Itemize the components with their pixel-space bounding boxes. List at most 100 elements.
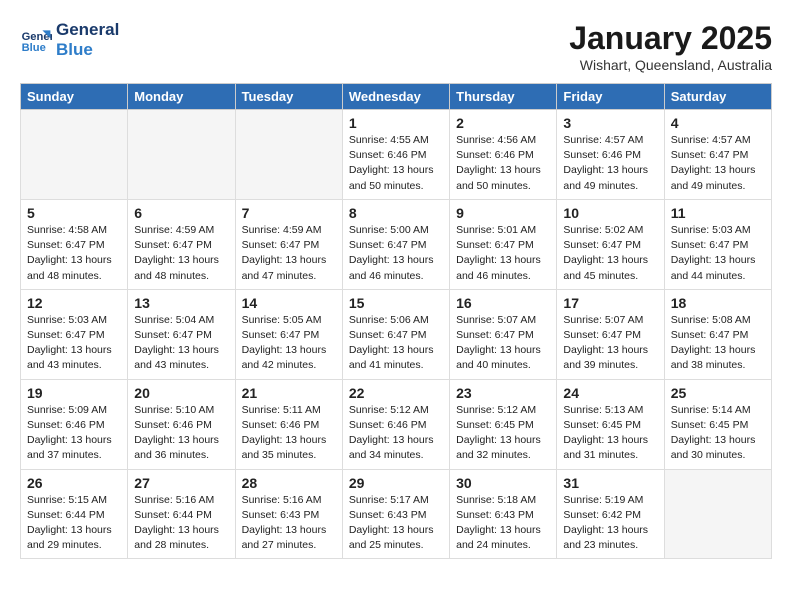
day-info: Sunrise: 5:09 AM Sunset: 6:46 PM Dayligh… (27, 403, 121, 464)
weekday-header-friday: Friday (557, 84, 664, 110)
day-number: 1 (349, 115, 443, 131)
day-cell: 26 Sunrise: 5:15 AM Sunset: 6:44 PM Dayli… (21, 469, 128, 559)
day-cell: 22 Sunrise: 5:12 AM Sunset: 6:46 PM Dayli… (342, 379, 449, 469)
day-number: 29 (349, 475, 443, 491)
day-info: Sunrise: 4:59 AM Sunset: 6:47 PM Dayligh… (134, 223, 228, 284)
day-info: Sunrise: 5:05 AM Sunset: 6:47 PM Dayligh… (242, 313, 336, 374)
weekday-header-tuesday: Tuesday (235, 84, 342, 110)
location: Wishart, Queensland, Australia (569, 57, 772, 73)
day-info: Sunrise: 5:13 AM Sunset: 6:45 PM Dayligh… (563, 403, 657, 464)
day-info: Sunrise: 5:12 AM Sunset: 6:46 PM Dayligh… (349, 403, 443, 464)
day-cell (664, 469, 771, 559)
day-info: Sunrise: 5:10 AM Sunset: 6:46 PM Dayligh… (134, 403, 228, 464)
day-cell: 23 Sunrise: 5:12 AM Sunset: 6:45 PM Dayli… (450, 379, 557, 469)
day-info: Sunrise: 5:07 AM Sunset: 6:47 PM Dayligh… (563, 313, 657, 374)
svg-text:Blue: Blue (22, 43, 46, 55)
weekday-header-monday: Monday (128, 84, 235, 110)
day-cell: 10Sunrise: 5:02 AM Sunset: 6:47 PM Dayli… (557, 199, 664, 289)
weekday-header-row: SundayMondayTuesdayWednesdayThursdayFrid… (21, 84, 772, 110)
day-info: Sunrise: 5:03 AM Sunset: 6:47 PM Dayligh… (671, 223, 765, 284)
day-number: 6 (134, 205, 228, 221)
day-cell: 27Sunrise: 5:16 AM Sunset: 6:44 PM Dayli… (128, 469, 235, 559)
logo: General Blue General Blue (20, 20, 119, 61)
day-info: Sunrise: 5:08 AM Sunset: 6:47 PM Dayligh… (671, 313, 765, 374)
day-cell: 13 Sunrise: 5:04 AM Sunset: 6:47 PM Dayli… (128, 289, 235, 379)
day-cell: 6 Sunrise: 4:59 AM Sunset: 6:47 PM Daylig… (128, 199, 235, 289)
weekday-header-thursday: Thursday (450, 84, 557, 110)
day-number: 31 (563, 475, 657, 491)
day-cell (235, 110, 342, 200)
day-info: Sunrise: 5:12 AM Sunset: 6:45 PM Dayligh… (456, 403, 550, 464)
day-number: 22 (349, 385, 443, 401)
day-cell: 20 Sunrise: 5:10 AM Sunset: 6:46 PM Dayli… (128, 379, 235, 469)
weekday-header-saturday: Saturday (664, 84, 771, 110)
week-row-3: 12 Sunrise: 5:03 AM Sunset: 6:47 PM Dayli… (21, 289, 772, 379)
day-number: 14 (242, 295, 336, 311)
week-row-2: 5Sunrise: 4:58 AM Sunset: 6:47 PM Daylig… (21, 199, 772, 289)
calendar-table: SundayMondayTuesdayWednesdayThursdayFrid… (20, 83, 772, 559)
day-info: Sunrise: 4:55 AM Sunset: 6:46 PM Dayligh… (349, 133, 443, 194)
day-number: 19 (27, 385, 121, 401)
day-info: Sunrise: 5:15 AM Sunset: 6:44 PM Dayligh… (27, 493, 121, 554)
day-cell (128, 110, 235, 200)
day-cell: 5Sunrise: 4:58 AM Sunset: 6:47 PM Daylig… (21, 199, 128, 289)
day-info: Sunrise: 5:01 AM Sunset: 6:47 PM Dayligh… (456, 223, 550, 284)
day-number: 24 (563, 385, 657, 401)
day-cell: 25Sunrise: 5:14 AM Sunset: 6:45 PM Dayli… (664, 379, 771, 469)
month-title: January 2025 (569, 20, 772, 57)
day-number: 11 (671, 205, 765, 221)
day-number: 8 (349, 205, 443, 221)
day-number: 9 (456, 205, 550, 221)
day-number: 16 (456, 295, 550, 311)
header: General Blue General Blue January 2025 W… (20, 20, 772, 73)
day-number: 30 (456, 475, 550, 491)
day-cell: 3Sunrise: 4:57 AM Sunset: 6:46 PM Daylig… (557, 110, 664, 200)
day-info: Sunrise: 5:04 AM Sunset: 6:47 PM Dayligh… (134, 313, 228, 374)
day-cell: 21Sunrise: 5:11 AM Sunset: 6:46 PM Dayli… (235, 379, 342, 469)
day-info: Sunrise: 5:11 AM Sunset: 6:46 PM Dayligh… (242, 403, 336, 464)
title-area: January 2025 Wishart, Queensland, Austra… (569, 20, 772, 73)
day-cell: 16Sunrise: 5:07 AM Sunset: 6:47 PM Dayli… (450, 289, 557, 379)
day-info: Sunrise: 5:00 AM Sunset: 6:47 PM Dayligh… (349, 223, 443, 284)
day-info: Sunrise: 5:03 AM Sunset: 6:47 PM Dayligh… (27, 313, 121, 374)
day-number: 17 (563, 295, 657, 311)
day-info: Sunrise: 4:57 AM Sunset: 6:47 PM Dayligh… (671, 133, 765, 194)
day-number: 13 (134, 295, 228, 311)
day-cell: 15Sunrise: 5:06 AM Sunset: 6:47 PM Dayli… (342, 289, 449, 379)
day-cell: 31 Sunrise: 5:19 AM Sunset: 6:42 PM Dayli… (557, 469, 664, 559)
day-number: 12 (27, 295, 121, 311)
day-cell: 14 Sunrise: 5:05 AM Sunset: 6:47 PM Dayli… (235, 289, 342, 379)
day-info: Sunrise: 4:59 AM Sunset: 6:47 PM Dayligh… (242, 223, 336, 284)
day-cell: 17 Sunrise: 5:07 AM Sunset: 6:47 PM Dayli… (557, 289, 664, 379)
day-cell: 8 Sunrise: 5:00 AM Sunset: 6:47 PM Daylig… (342, 199, 449, 289)
day-number: 2 (456, 115, 550, 131)
week-row-5: 26 Sunrise: 5:15 AM Sunset: 6:44 PM Dayli… (21, 469, 772, 559)
day-cell: 24 Sunrise: 5:13 AM Sunset: 6:45 PM Dayli… (557, 379, 664, 469)
day-info: Sunrise: 5:17 AM Sunset: 6:43 PM Dayligh… (349, 493, 443, 554)
day-number: 28 (242, 475, 336, 491)
day-number: 4 (671, 115, 765, 131)
day-cell: 2 Sunrise: 4:56 AM Sunset: 6:46 PM Daylig… (450, 110, 557, 200)
day-info: Sunrise: 5:19 AM Sunset: 6:42 PM Dayligh… (563, 493, 657, 554)
day-number: 7 (242, 205, 336, 221)
day-number: 23 (456, 385, 550, 401)
day-number: 26 (27, 475, 121, 491)
day-info: Sunrise: 5:16 AM Sunset: 6:43 PM Dayligh… (242, 493, 336, 554)
weekday-header-wednesday: Wednesday (342, 84, 449, 110)
day-cell: 9 Sunrise: 5:01 AM Sunset: 6:47 PM Daylig… (450, 199, 557, 289)
weekday-header-sunday: Sunday (21, 84, 128, 110)
day-number: 3 (563, 115, 657, 131)
day-cell: 18Sunrise: 5:08 AM Sunset: 6:47 PM Dayli… (664, 289, 771, 379)
day-number: 20 (134, 385, 228, 401)
day-info: Sunrise: 5:18 AM Sunset: 6:43 PM Dayligh… (456, 493, 550, 554)
day-cell: 7 Sunrise: 4:59 AM Sunset: 6:47 PM Daylig… (235, 199, 342, 289)
calendar-page: General Blue General Blue January 2025 W… (0, 0, 792, 569)
day-number: 25 (671, 385, 765, 401)
day-cell: 28 Sunrise: 5:16 AM Sunset: 6:43 PM Dayli… (235, 469, 342, 559)
day-number: 10 (563, 205, 657, 221)
week-row-1: 1 Sunrise: 4:55 AM Sunset: 6:46 PM Daylig… (21, 110, 772, 200)
week-row-4: 19 Sunrise: 5:09 AM Sunset: 6:46 PM Dayli… (21, 379, 772, 469)
day-info: Sunrise: 4:56 AM Sunset: 6:46 PM Dayligh… (456, 133, 550, 194)
day-cell: 12 Sunrise: 5:03 AM Sunset: 6:47 PM Dayli… (21, 289, 128, 379)
day-number: 15 (349, 295, 443, 311)
